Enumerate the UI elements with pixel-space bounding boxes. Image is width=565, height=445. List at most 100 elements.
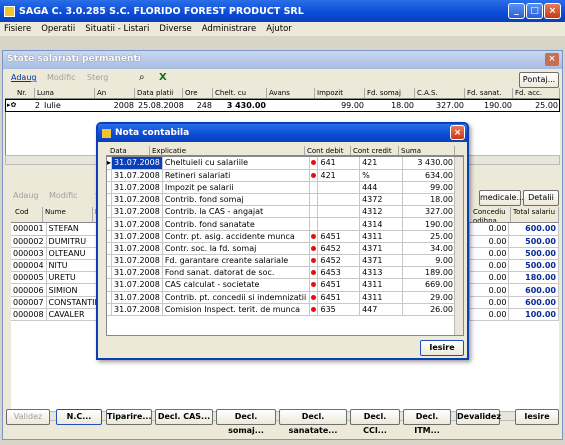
nc-button[interactable]: N.C...	[56, 409, 102, 425]
list-item[interactable]: 31.07.2008 Fond sanat. datorat de soc. 645…	[107, 266, 456, 280]
nota-data: 31.07.2008	[111, 266, 163, 280]
list-item[interactable]: 31.07.2008 Contrib. pt. concedii si indem…	[107, 291, 456, 304]
emp-co: 0.00	[469, 283, 510, 297]
detalii-button[interactable]: Detalii	[523, 190, 559, 206]
nota-dot-cell	[309, 242, 319, 256]
col-ore: Ore lucr.	[183, 88, 213, 98]
emp-total: 600.00	[508, 283, 559, 297]
emp-co: 0.00	[469, 235, 510, 248]
nota-vscrollbar[interactable]	[454, 157, 463, 335]
emp-cod: 000005	[11, 271, 47, 285]
col-cas: C.A.S. angajati	[415, 88, 465, 98]
nota-credit: 4311	[359, 291, 404, 304]
close-icon[interactable]: ×	[544, 3, 561, 19]
list-item[interactable]: 31.07.2008 Fd. garantare creante salarial…	[107, 254, 456, 268]
nota-debit: 6452	[317, 254, 361, 268]
nota-debit: 6451	[317, 291, 361, 304]
nota-dot-cell	[309, 303, 319, 316]
decl-cci-button[interactable]: Decl. CCI...	[350, 409, 400, 435]
menu-diverse[interactable]: Diverse	[159, 24, 191, 34]
list-item[interactable]: 31.07.2008 Contrib. fond sanatate 4314 190.…	[107, 217, 456, 231]
menu-fisiere[interactable]: Fisiere	[4, 24, 31, 34]
nota-dot-cell	[309, 278, 319, 292]
minimize-icon[interactable]: _	[508, 3, 525, 19]
menu-operatii[interactable]: Operatii	[41, 24, 75, 34]
nota-data: 31.07.2008	[111, 303, 163, 316]
list-item[interactable]: 31.07.2008 Retineri salariati 421% 634.00	[107, 169, 456, 182]
emp-total: 600.00	[508, 296, 559, 309]
nota-data: 31.07.2008	[111, 181, 163, 195]
decl-sanatate-button[interactable]: Decl. sanatate...	[279, 409, 347, 435]
nota-expl: Fd. garantare creante salariale	[162, 254, 311, 268]
nota-data: 31.07.2008	[111, 193, 163, 207]
devalidez-button[interactable]: Devalidez	[456, 409, 501, 425]
nota-iesire-button[interactable]: Iesire	[420, 340, 464, 356]
nota-dot-cell	[309, 169, 319, 182]
nota-credit: 447	[359, 303, 404, 316]
nota-expl: Contrib. fond sanatate	[162, 217, 311, 231]
nota-debit: 635	[317, 303, 361, 316]
nota-suma: 3 430.00	[402, 157, 456, 170]
row-sanat: 190.00	[484, 101, 512, 110]
emp-cod: 000001	[11, 223, 47, 236]
app-title-bar: SAGA C. 3.0.285 S.C. FLORIDO FOREST PROD…	[0, 0, 565, 22]
emp-col-cod: Cod	[13, 207, 43, 222]
nota-suma: 190.00	[402, 217, 456, 231]
nota-dot-cell	[309, 291, 319, 304]
nota-data: 31.07.2008	[111, 242, 163, 256]
nota-debit: 6451	[317, 278, 361, 292]
medicale-button[interactable]: medicale...	[479, 190, 524, 206]
iesire-button[interactable]: Iesire	[515, 409, 559, 425]
state-table-row[interactable]: ▸✿ 2 Iulie 2008 25.08.2008 248 3 430.00 …	[5, 99, 560, 112]
app-title: SAGA C. 3.0.285 S.C. FLORIDO FOREST PROD…	[19, 5, 304, 17]
nota-credit: 4312	[359, 205, 404, 219]
red-dot-icon	[311, 245, 317, 251]
nota-debit: 6453	[317, 266, 361, 280]
emp-col-nume: Nume	[43, 207, 93, 222]
emp-co: 0.00	[469, 296, 510, 309]
decl-itm-button[interactable]: Decl. ITM...	[403, 409, 451, 435]
menu-administrare[interactable]: Administrare	[202, 24, 256, 34]
emp-modify-button: Modific	[49, 191, 78, 200]
list-item[interactable]: 31.07.2008 CAS calculat - societate 6451 43…	[107, 278, 456, 292]
nota-credit: 4371	[359, 242, 404, 256]
list-item[interactable]: 31.07.2008 Comision Inspect. terit. de mu…	[107, 303, 456, 316]
list-item[interactable]: ▸ 31.07.2008 Cheltuieli cu salariile 641 421…	[107, 157, 456, 170]
add-button[interactable]: Adaug	[11, 73, 36, 82]
decl-somaj-button[interactable]: Decl. somaj...	[216, 409, 276, 435]
maximize-icon[interactable]: □	[526, 3, 543, 19]
menu-ajutor[interactable]: Ajutor	[266, 24, 292, 34]
tiparire-button[interactable]: Tiparire...	[106, 409, 152, 425]
nota-grid: ▸ 31.07.2008 Cheltuieli cu salariile 641 421…	[107, 157, 456, 327]
list-item[interactable]: 31.07.2008 Impozit pe salarii 444 99.00	[107, 181, 456, 195]
col-data: Data platii	[135, 88, 183, 98]
emp-cod: 000007	[11, 296, 47, 309]
nota-credit: 4311	[359, 278, 404, 292]
modify-button: Modific	[47, 73, 76, 82]
nota-data: 31.07.2008	[111, 205, 163, 219]
state-close-icon[interactable]: ×	[545, 53, 559, 66]
nota-dot-cell	[309, 205, 319, 219]
decl-cas-button[interactable]: Decl. CAS...	[155, 409, 213, 425]
list-item[interactable]: 31.07.2008 Contrib. fond somaj 4372 18.00	[107, 193, 456, 207]
nota-debit	[317, 217, 361, 231]
nota-close-icon[interactable]: ×	[450, 125, 465, 140]
pontaj-button[interactable]: Pontaj...	[519, 72, 559, 88]
nota-suma: 9.00	[402, 254, 456, 268]
excel-icon[interactable]: X	[159, 72, 167, 83]
col-avans: Avans	[267, 88, 315, 98]
list-item[interactable]: 31.07.2008 Contr. pt. asig. accidente mun…	[107, 230, 456, 243]
nota-suma: 26.00	[402, 303, 456, 316]
binoculars-icon[interactable]: ⌕	[139, 72, 145, 83]
nota-table: ▸ 31.07.2008 Cheltuieli cu salariile 641 421…	[106, 156, 464, 336]
row-an: 2008	[113, 101, 134, 110]
red-dot-icon	[311, 270, 317, 276]
nota-col-suma: Suma	[399, 146, 455, 155]
row-pointer-icon: ▸✿	[7, 101, 17, 109]
menu-situatii[interactable]: Situatii - Listari	[85, 24, 149, 34]
list-item[interactable]: 31.07.2008 Contrib. la CAS - angajat 4312 3…	[107, 205, 456, 219]
nota-credit: 421	[359, 157, 404, 170]
list-item[interactable]: 31.07.2008 Contr. soc. la fd. somaj 6452 43…	[107, 242, 456, 256]
nota-debit: 6451	[317, 230, 361, 243]
emp-nume: NITU	[46, 259, 104, 273]
